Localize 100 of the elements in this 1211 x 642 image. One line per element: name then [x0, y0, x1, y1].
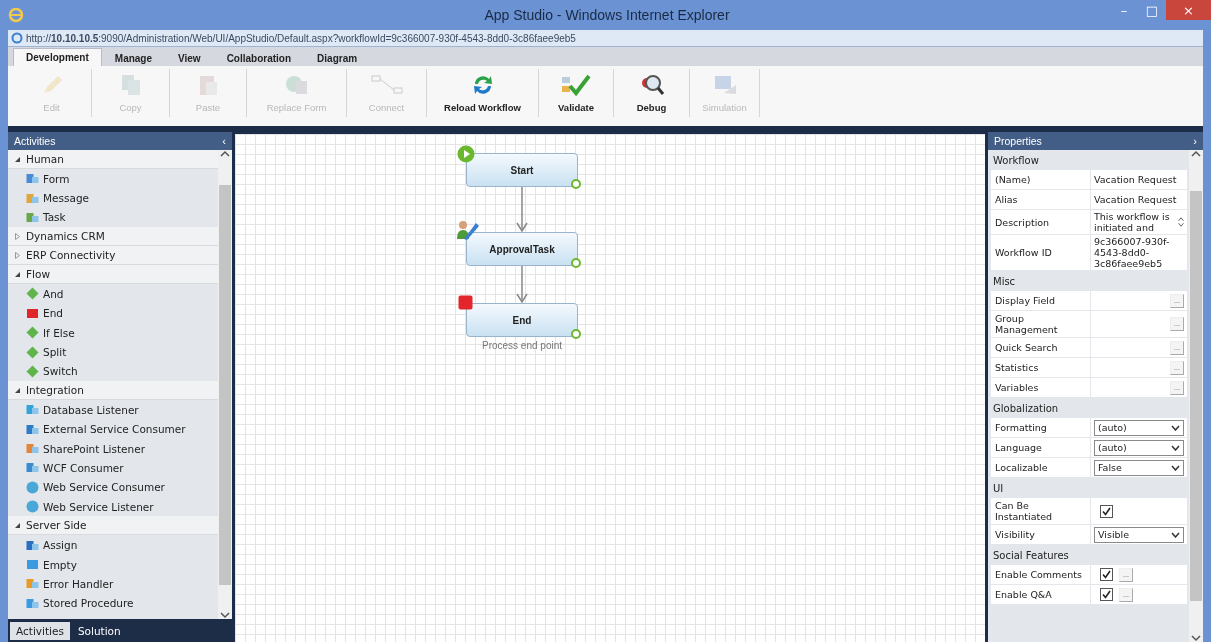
activity-item[interactable]: Stored Procedure: [8, 593, 218, 614]
activity-item[interactable]: Web Service Consumer: [8, 477, 218, 498]
workflow-node[interactable]: ApprovalTask: [466, 232, 578, 266]
activity-item[interactable]: Assign: [8, 535, 218, 555]
page-icon: [11, 32, 23, 44]
group-header[interactable]: ERP Connectivity: [8, 246, 218, 266]
property-label: Description: [991, 210, 1091, 234]
section-header: Social Features: [992, 548, 1070, 563]
property-label: Language: [991, 438, 1091, 457]
workflow-node[interactable]: Start: [466, 153, 578, 187]
activity-item[interactable]: Error Handler: [8, 574, 218, 594]
property-label: Quick Search: [991, 338, 1091, 357]
property-label: Workflow ID: [991, 235, 1091, 270]
chevron-down-icon: [1171, 444, 1180, 451]
square-icon: [26, 558, 39, 572]
close-button[interactable]: ×: [1166, 0, 1211, 20]
group-header[interactable]: Server Side: [8, 516, 218, 536]
checkbox[interactable]: [1100, 568, 1113, 581]
activity-item[interactable]: Form: [8, 169, 218, 189]
globe-icon: [26, 480, 39, 494]
node-caption: Process end point: [480, 340, 564, 351]
window-title: App Studio - Windows Internet Explorer: [483, 7, 731, 23]
checkbox[interactable]: [1100, 588, 1113, 601]
property-label: Enable Q&A: [991, 585, 1091, 604]
property-label: Display Field: [991, 291, 1091, 310]
diamond-icon: [26, 326, 39, 340]
property-label: Localizable: [991, 458, 1091, 477]
property-value: 9c366007-930f-4543-8dd0-3c86faee9eb5: [1094, 236, 1171, 269]
validate-check-icon: [560, 73, 592, 97]
property-value: Vacation Request: [1094, 174, 1177, 185]
connector-arrow: [516, 266, 528, 303]
workflow-canvas[interactable]: Start ApprovalTask End Process end point: [235, 134, 985, 642]
select-field[interactable]: (auto): [1094, 439, 1184, 456]
property-label: Variables: [991, 378, 1091, 397]
chevron-down-icon: [1171, 424, 1180, 431]
select-field[interactable]: Visible: [1094, 526, 1184, 543]
square-icon: [26, 306, 39, 320]
play-icon: [457, 145, 475, 163]
section-header: Globalization: [992, 401, 1060, 416]
group-header[interactable]: Human: [8, 150, 218, 169]
ribbon-tab[interactable]: Diagram: [304, 49, 371, 66]
ribbon-button[interactable]: Reload Workflow: [427, 69, 539, 117]
globe-icon: [26, 500, 39, 514]
group-header[interactable]: Dynamics CRM: [8, 227, 218, 247]
activity-item[interactable]: Database Listener: [8, 400, 218, 420]
checkbox[interactable]: [1100, 504, 1113, 518]
activity-item[interactable]: Switch: [8, 361, 218, 382]
scrollbar[interactable]: [218, 150, 232, 619]
collapsed-triangle-icon: [14, 232, 21, 240]
activity-item[interactable]: Web Service Listener: [8, 497, 218, 517]
activity-item[interactable]: External Service Consumer: [8, 419, 218, 439]
collapse-button[interactable]: ‹: [222, 135, 226, 147]
property-value: Vacation Request: [1094, 194, 1177, 205]
expand-button[interactable]: ›: [1193, 135, 1197, 147]
section-header: Workflow: [992, 153, 1040, 168]
activity-item[interactable]: WCF Consumer: [8, 458, 218, 478]
panel-title: Properties: [994, 135, 1042, 147]
ribbon-tab[interactable]: Development: [13, 48, 102, 66]
property-label: Formatting: [991, 418, 1091, 437]
activity-item[interactable]: And: [8, 284, 218, 304]
group-header[interactable]: Flow: [8, 265, 218, 285]
diamond-icon: [26, 345, 39, 359]
expanded-triangle-icon: [14, 270, 21, 278]
connector-icon: [369, 73, 404, 97]
expanded-triangle-icon: [14, 521, 21, 529]
activity-item[interactable]: If Else: [8, 322, 218, 343]
activity-item[interactable]: Message: [8, 188, 218, 208]
ribbon-tab[interactable]: View: [165, 49, 214, 66]
chevron-down-icon: [1171, 531, 1180, 538]
ribbon-tab[interactable]: Collaboration: [213, 49, 305, 66]
person-pen-icon: [456, 219, 480, 241]
workflow-node[interactable]: End: [466, 303, 578, 337]
property-value: This workflow is initiated and: [1094, 211, 1171, 233]
activity-item[interactable]: SharePoint Listener: [8, 438, 218, 459]
activity-item[interactable]: Split: [8, 342, 218, 362]
property-label: Alias: [991, 190, 1091, 209]
property-label: Group Management: [991, 311, 1091, 337]
scrollbar[interactable]: [1189, 150, 1203, 642]
group-header[interactable]: Integration: [8, 381, 218, 401]
ribbon-button[interactable]: Debug: [614, 69, 690, 117]
section-header: Misc: [992, 274, 1017, 289]
activity-item[interactable]: Empty: [8, 554, 218, 575]
property-label: (Name): [991, 170, 1091, 189]
panel-tab[interactable]: Activities: [10, 622, 70, 640]
ribbon-button[interactable]: Validate: [539, 69, 614, 117]
activity-item[interactable]: Task: [8, 207, 218, 228]
property-label: Can Be Instantiated: [991, 498, 1091, 524]
chevron-down-icon: [1171, 464, 1180, 471]
select-field[interactable]: (auto): [1094, 419, 1184, 436]
panel-title: Activities: [14, 135, 56, 147]
stop-square-icon: [458, 295, 473, 310]
panel-tab[interactable]: Solution: [71, 622, 127, 640]
diamond-icon: [26, 364, 39, 378]
property-label: Statistics: [991, 358, 1091, 377]
expanded-triangle-icon: [14, 386, 21, 394]
activity-item[interactable]: End: [8, 303, 218, 323]
section-header: UI: [992, 481, 1005, 496]
select-field[interactable]: False: [1094, 459, 1184, 476]
expanded-triangle-icon: [14, 155, 21, 163]
ribbon-tab[interactable]: Manage: [101, 49, 166, 66]
